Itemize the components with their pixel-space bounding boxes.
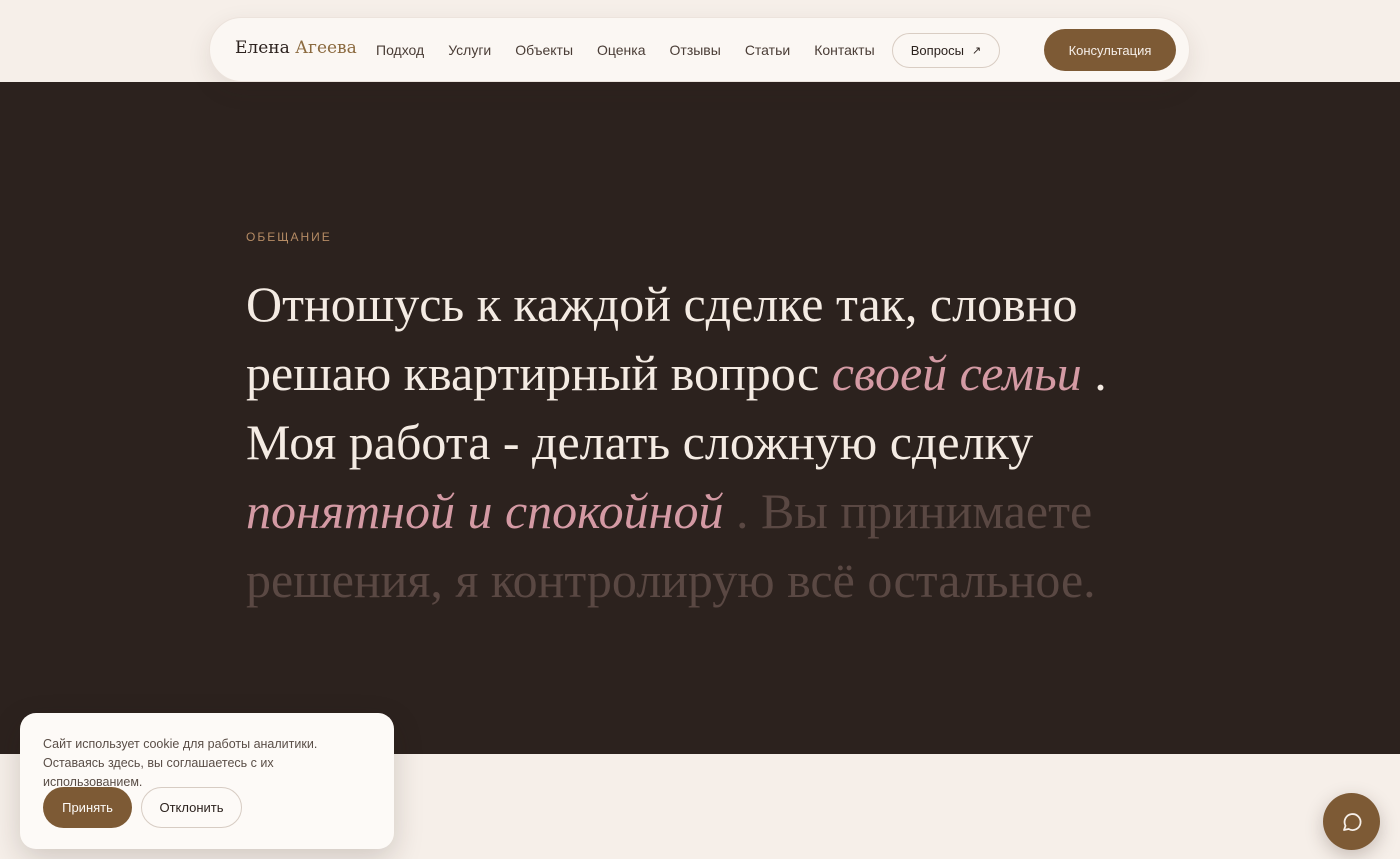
- nav-link-reviews[interactable]: Отзывы: [670, 42, 721, 58]
- arrow-up-right-icon: ↗: [972, 45, 982, 57]
- nav-link-articles[interactable]: Статьи: [745, 42, 790, 58]
- questions-button[interactable]: Вопросы ↗: [892, 33, 1000, 68]
- cookie-text: Сайт использует cookie для работы аналит…: [43, 737, 318, 789]
- logo[interactable]: Елена Агеева: [235, 38, 357, 58]
- nav-link-services[interactable]: Услуги: [448, 42, 491, 58]
- consultation-button[interactable]: Консультация: [1044, 29, 1176, 71]
- main-nav: Подход Услуги Объекты Оценка Отзывы Стат…: [376, 42, 899, 58]
- nav-link-objects[interactable]: Объекты: [515, 42, 573, 58]
- promise-statement: Отношусь к каждой сделке так, словно реш…: [246, 270, 1146, 615]
- logo-first-name: Елена: [235, 38, 290, 58]
- promise-section: ОБЕЩАНИЕ Отношусь к каждой сделке так, с…: [0, 82, 1400, 754]
- chat-button[interactable]: [1323, 793, 1380, 850]
- questions-label: Вопросы: [910, 43, 965, 58]
- chat-bubble-icon: [1342, 812, 1361, 831]
- cookie-accept-button[interactable]: Принять: [43, 787, 132, 828]
- nav-link-approach[interactable]: Подход: [376, 42, 424, 58]
- logo-last-name: Агеева: [295, 38, 357, 58]
- site-header: Елена Агеева Подход Услуги Объекты Оценк…: [209, 17, 1190, 82]
- nav-link-valuation[interactable]: Оценка: [597, 42, 646, 58]
- nav-link-contacts[interactable]: Контакты: [814, 42, 874, 58]
- cookie-decline-button[interactable]: Отклонить: [141, 787, 242, 828]
- statement-accent-family: своей семьи: [831, 345, 1082, 401]
- statement-accent-calm: понятной и спокойной: [246, 483, 724, 539]
- cookie-banner: Сайт использует cookie для работы аналит…: [20, 713, 394, 849]
- section-eyebrow: ОБЕЩАНИЕ: [246, 230, 332, 244]
